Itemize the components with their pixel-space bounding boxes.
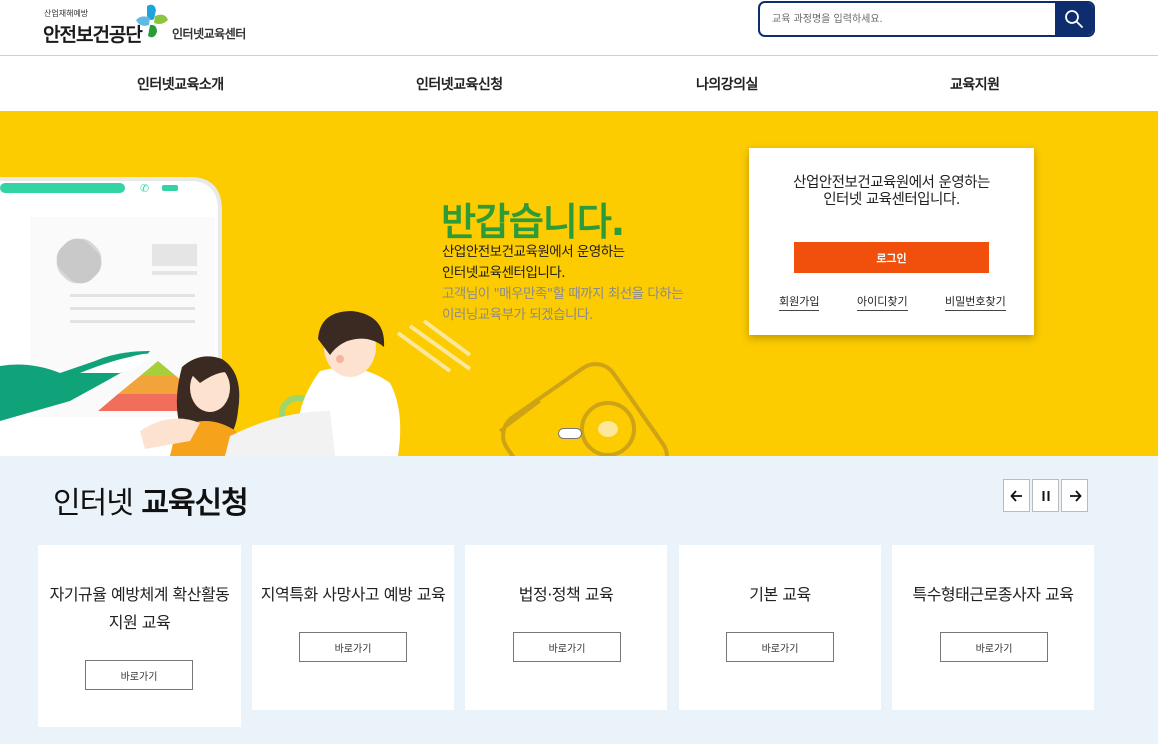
login-message: 산업안전보건교육원에서 운영하는 인터넷 교육센터입니다.	[749, 175, 1034, 209]
course-card: 특수형태근로종사자 교육 바로가기	[892, 545, 1094, 710]
nav-item-support[interactable]: 교육지원	[950, 74, 1000, 94]
login-button[interactable]: 로그인	[794, 242, 989, 273]
course-card: 법정·정책 교육 바로가기	[465, 545, 667, 710]
svg-text:✆: ✆	[140, 182, 149, 195]
go-button[interactable]: 바로가기	[513, 632, 621, 662]
login-box: 산업안전보건교육원에서 운영하는 인터넷 교육센터입니다. 로그인 회원가입 아…	[749, 148, 1034, 335]
login-message-line1: 산업안전보건교육원에서 운영하는	[793, 175, 990, 191]
signup-link[interactable]: 회원가입	[779, 293, 820, 311]
hero-text-line3: 고객님이 "매우만족"할 때까지 최선을 다하는	[442, 286, 684, 302]
course-card: 자기규율 예방체계 확산활동 지원 교육 바로가기	[38, 545, 241, 727]
find-password-link[interactable]: 비밀번호찾기	[945, 293, 1006, 311]
logo-org-name: 안전보건공단	[43, 24, 143, 46]
hero-text-line4: 이러닝교육부가 되겠습니다.	[442, 307, 593, 323]
nav-item-my-classroom[interactable]: 나의강의실	[696, 74, 758, 94]
site-header: 산업재해예방 안전보건공단 인터넷교육센터	[0, 0, 1158, 56]
course-application-section: 인터넷 교육신청 자기규율 예방체계 확산활동 지원 교육 바로가기 지역특화 …	[0, 456, 1158, 744]
logo-tagline: 산업재해예방	[44, 9, 89, 18]
prev-button[interactable]	[1003, 479, 1030, 512]
course-card: 지역특화 사망사고 예방 교육 바로가기	[252, 545, 454, 710]
course-card-title-line1: 자기규율 예방체계 확산활동	[49, 585, 230, 604]
hero-text-line1: 산업안전보건교육원에서 운영하는	[442, 244, 625, 260]
hero-banner: ✆ 반갑습니다. 산업안전보건교육원에서 운영하는 인터넷교육센터입니다. 고객…	[0, 111, 1158, 456]
section-title-bold: 교육신청	[141, 486, 248, 521]
go-button[interactable]: 바로가기	[85, 660, 193, 690]
pause-button[interactable]	[1032, 479, 1059, 512]
section-title-normal: 인터넷	[53, 486, 142, 521]
course-card-title-line2: 지원 교육	[108, 613, 171, 632]
hero-text-line2: 인터넷교육센터입니다.	[442, 265, 566, 281]
course-card-title: 법정·정책 교육	[518, 585, 614, 604]
go-button[interactable]: 바로가기	[726, 632, 834, 662]
section-title: 인터넷 교육신청	[53, 478, 249, 522]
pause-icon	[1042, 490, 1049, 501]
arrow-left-icon	[1009, 489, 1022, 502]
find-id-link[interactable]: 아이디찾기	[857, 293, 908, 311]
search-button[interactable]	[1055, 3, 1093, 35]
logo-center-name: 인터넷교육센터	[172, 27, 246, 41]
course-card-title: 자기규율 예방체계 확산활동 지원 교육	[38, 581, 241, 637]
hero-title: 반갑습니다.	[441, 200, 625, 244]
go-button[interactable]: 바로가기	[299, 632, 407, 662]
logo-cross-icon	[136, 4, 168, 38]
course-card-title: 지역특화 사망사고 예방 교육	[260, 585, 446, 604]
course-card: 기본 교육 바로가기	[679, 545, 881, 710]
main-nav: 인터넷교육소개 인터넷교육신청 나의강의실 교육지원	[0, 56, 1158, 111]
nav-item-intro[interactable]: 인터넷교육소개	[137, 74, 224, 94]
search-bar	[758, 1, 1095, 37]
nav-item-apply[interactable]: 인터넷교육신청	[416, 74, 503, 94]
search-input[interactable]	[770, 10, 1050, 28]
arrow-right-icon	[1069, 489, 1082, 502]
go-button[interactable]: 바로가기	[940, 632, 1048, 662]
slider-indicator-dot[interactable]	[558, 428, 582, 439]
course-card-title: 특수형태근로종사자 교육	[912, 585, 1074, 604]
search-icon	[1065, 10, 1083, 28]
course-card-title: 기본 교육	[749, 585, 811, 604]
login-message-line2: 인터넷 교육센터입니다.	[823, 192, 960, 208]
next-button[interactable]	[1061, 479, 1088, 512]
